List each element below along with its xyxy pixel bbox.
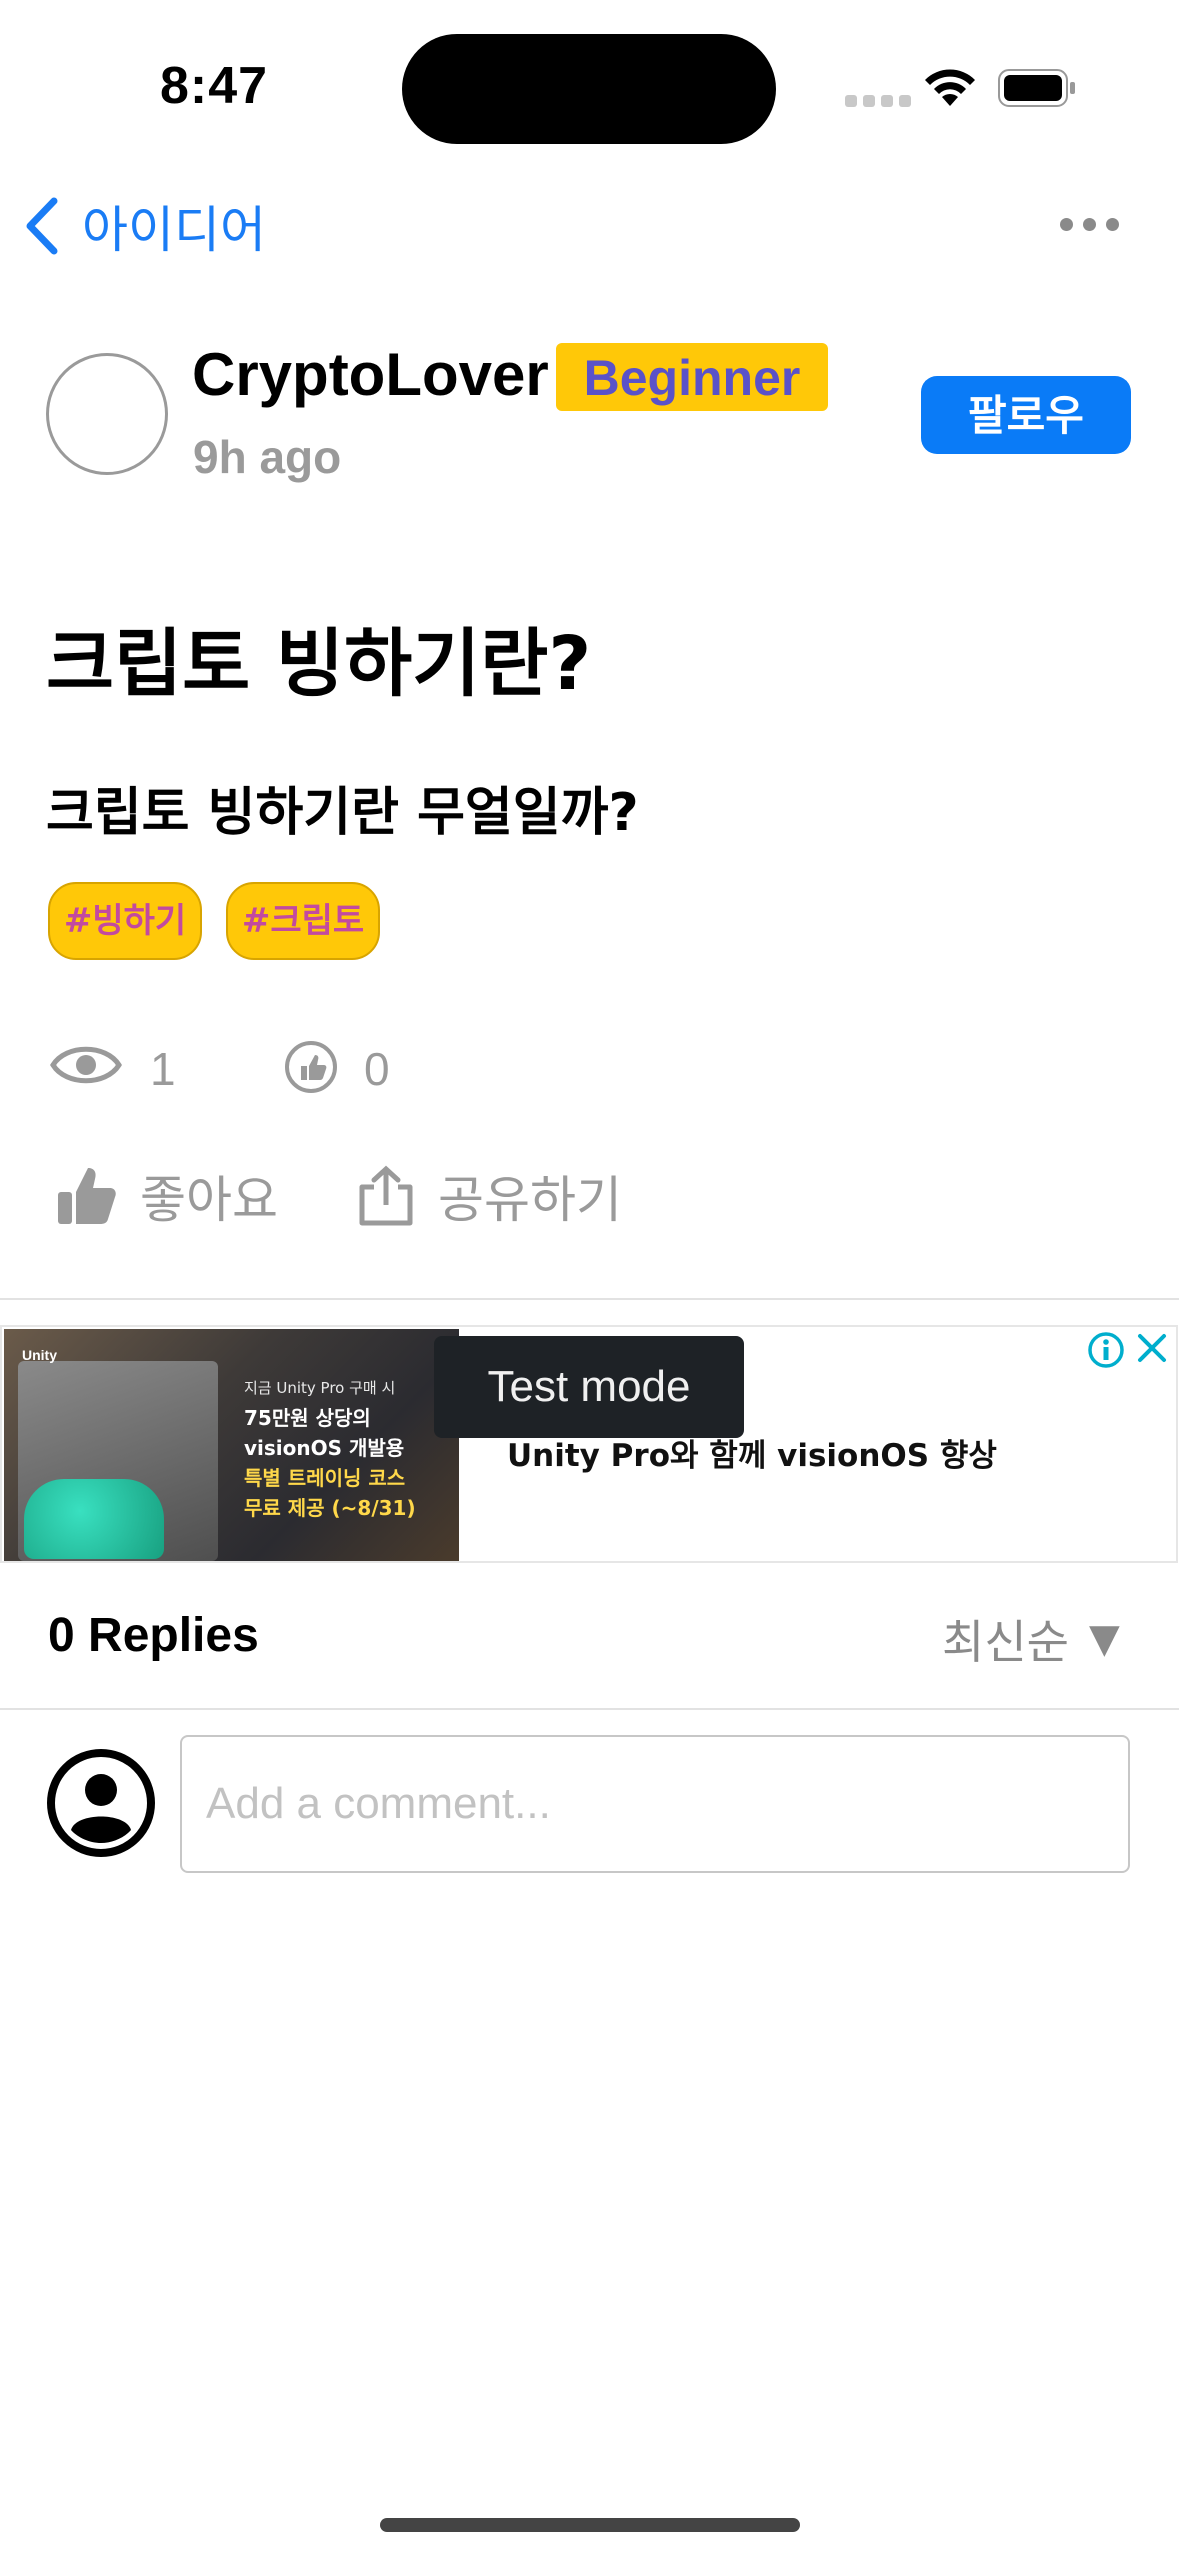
user-avatar-icon [47,1749,155,1857]
dynamic-island [402,34,776,144]
ad-brand: Unity [22,1347,57,1363]
follow-button[interactable]: 팔로우 [921,376,1131,454]
thumbs-up-icon [58,1168,116,1224]
wifi-icon [925,69,975,106]
post-title: 크립토 빙하기란? [46,621,592,707]
likes-count: 0 [364,1043,390,1095]
home-indicator[interactable] [380,2518,800,2532]
share-label: 공유하기 [438,1171,622,1229]
ad-image-blob [24,1479,164,1559]
comment-input[interactable] [180,1735,1130,1873]
test-mode-badge: Test mode [434,1336,744,1438]
like-count-icon [285,1041,337,1093]
more-options-icon[interactable] [1060,218,1129,231]
ad-image-line: 지금 Unity Pro 구매 시 [244,1379,396,1397]
ad-info-icon[interactable] [1086,1330,1126,1370]
replies-count: 0 Replies [48,1609,259,1662]
ad-image-text: 지금 Unity Pro 구매 시 75만원 상당의 visionOS 개발용 … [244,1373,416,1523]
like-button[interactable]: 좋아요 [56,1160,278,1232]
chevron-left-icon [26,197,58,255]
sort-label: 최신순 [942,1615,1069,1669]
ad-close-icon[interactable] [1132,1328,1172,1368]
dropdown-arrow-icon: ▼ [1088,1616,1120,1662]
back-button[interactable]: 아이디어 [24,190,266,262]
tag-chip[interactable]: #빙하기 [48,882,202,960]
status-time: 8:47 [160,57,269,115]
views-count: 1 [150,1043,176,1095]
share-icon [359,1165,413,1226]
author-avatar[interactable] [46,353,168,475]
battery-icon [998,69,1075,107]
divider [0,1298,1179,1300]
post-body: 크립토 빙하기란 무얼일까? [46,783,639,843]
ad-image-line: visionOS 개발용 [244,1436,405,1460]
share-button[interactable]: 공유하기 [356,1160,622,1232]
tag-chip[interactable]: #크립토 [226,882,380,960]
like-label: 좋아요 [140,1171,278,1229]
divider [0,1708,1179,1710]
back-label: 아이디어 [82,202,266,258]
sort-dropdown[interactable]: 최신순 ▼ [942,1606,1120,1672]
ad-image[interactable]: Unity 지금 Unity Pro 구매 시 75만원 상당의 visionO… [4,1329,459,1561]
ad-image-line: 75만원 상당의 [244,1406,371,1430]
cellular-signal-icon [845,94,917,112]
author-name[interactable]: CryptoLover [192,340,549,409]
ad-image-line: 특별 트레이닝 코스 [244,1466,406,1490]
eye-icon [50,1046,122,1084]
ad-image-line: 무료 제공 (~8/31) [244,1496,416,1520]
post-timestamp: 9h ago [193,431,342,483]
level-badge: Beginner [556,343,828,411]
